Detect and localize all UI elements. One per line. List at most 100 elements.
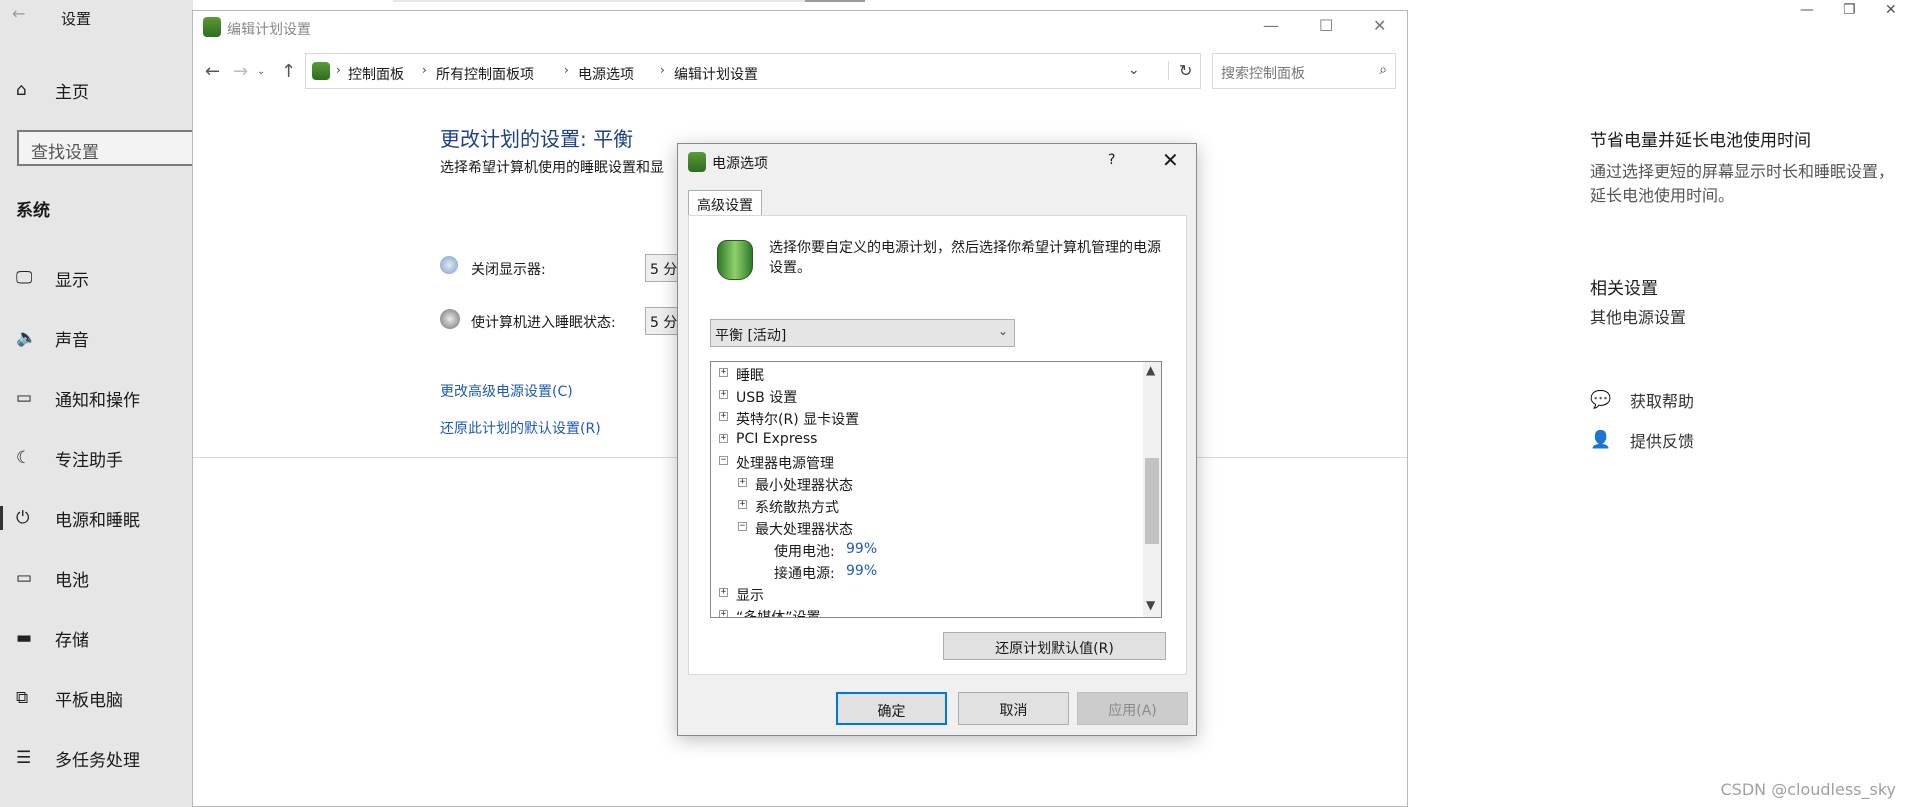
chevron-down-icon[interactable]: ⌄ — [1128, 62, 1140, 78]
expand-icon[interactable]: + — [719, 434, 728, 443]
settings-sidebar: ← 设置 ⌂ 主页 查找设置 系统 🖵 显示 🔈 声音 ▭ 通知和操作 ☾ 专注… — [0, 0, 199, 807]
tree-item-label: 处理器电源管理 — [736, 456, 834, 472]
page-description: 选择希望计算机使用的睡眠设置和显 — [440, 160, 664, 176]
watermark: CSDN @cloudless_sky — [1720, 780, 1897, 799]
sidebar-item-label: 电池 — [55, 570, 89, 591]
other-power-settings-link[interactable]: 其他电源设置 — [1590, 306, 1686, 330]
breadcrumb-power-options[interactable]: 电源选项 — [578, 64, 634, 84]
tree-item-label: 睡眠 — [736, 368, 764, 384]
back-arrow-icon[interactable]: ← — [12, 4, 25, 23]
breadcrumb-separator: › — [422, 63, 427, 77]
expand-icon[interactable]: + — [738, 478, 747, 487]
advanced-power-settings-link[interactable]: 更改高级电源设置(C) — [440, 381, 573, 401]
minimize-icon[interactable]: — — [1800, 2, 1814, 18]
close-icon[interactable]: ✕ — [1885, 2, 1897, 18]
minimize-icon[interactable]: — — [1263, 16, 1279, 35]
feedback-link[interactable]: 提供反馈 — [1630, 430, 1694, 454]
sleep-label: 使计算机进入睡眠状态: — [471, 315, 616, 331]
power-icon: ⏻ — [16, 508, 30, 528]
sidebar-item-sound[interactable]: 🔈 声音 — [0, 318, 193, 358]
close-icon[interactable]: ✕ — [1162, 148, 1179, 172]
related-settings-title: 相关设置 — [1590, 279, 1658, 299]
get-help-link[interactable]: 获取帮助 — [1630, 390, 1694, 414]
restore-icon[interactable]: ❐ — [1843, 2, 1856, 18]
maximize-icon[interactable]: ☐ — [1319, 16, 1333, 35]
scroll-down-icon[interactable]: ▼ — [1146, 598, 1155, 612]
close-icon[interactable]: ✕ — [1373, 16, 1386, 35]
control-panel-icon — [312, 62, 330, 80]
expand-icon[interactable]: + — [719, 588, 728, 597]
expand-icon[interactable]: + — [738, 500, 747, 509]
sidebar-item-storage[interactable]: ▬ 存储 — [0, 618, 193, 658]
recent-dropdown-icon[interactable]: ⌄ — [257, 66, 265, 77]
on-battery-value[interactable]: 99% — [846, 541, 877, 557]
sidebar-item-label: 显示 — [55, 270, 89, 291]
sidebar-item-label: 专注助手 — [55, 450, 123, 471]
sidebar-item-power-sleep[interactable]: ⏻ 电源和睡眠 — [0, 498, 193, 538]
sidebar-item-display[interactable]: 🖵 显示 — [0, 258, 193, 298]
tree-item-label: 接通电源: — [774, 566, 835, 582]
advanced-settings-panel: 选择你要自定义的电源计划，然后选择你希望计算机管理的电源设置。 平衡 [活动] … — [688, 215, 1187, 675]
help-button[interactable]: ? — [1108, 152, 1115, 168]
expand-icon[interactable]: + — [719, 610, 728, 617]
tree-item-label: PCI Express — [736, 431, 818, 447]
scroll-thumb[interactable] — [1145, 458, 1159, 544]
power-plan-select[interactable]: 平衡 [活动] ⌄ — [710, 319, 1015, 347]
page-title: 更改计划的设置: 平衡 — [440, 127, 634, 151]
breadcrumb-edit-plan[interactable]: 编辑计划设置 — [674, 64, 758, 84]
sidebar-item-label: 平板电脑 — [55, 690, 123, 711]
scroll-up-icon[interactable]: ▲ — [1146, 363, 1155, 377]
plugged-in-value[interactable]: 99% — [846, 563, 877, 579]
expand-icon[interactable]: + — [719, 412, 728, 421]
breadcrumb-all-items[interactable]: 所有控制面板项 — [436, 64, 534, 84]
collapse-icon[interactable]: − — [738, 522, 747, 531]
power-plan-icon — [688, 152, 706, 172]
refresh-icon[interactable]: ↻ — [1168, 61, 1192, 80]
expand-icon[interactable]: + — [719, 390, 728, 399]
ok-button[interactable]: 确定 — [836, 692, 947, 725]
restore-defaults-link[interactable]: 还原此计划的默认设置(R) — [440, 418, 601, 438]
sleep-select[interactable]: 5 分钟 — [645, 307, 681, 335]
expand-icon[interactable]: + — [719, 368, 728, 377]
tip-text: 通过选择更短的屏幕显示时长和睡眠设置，延长电池使用时间。 — [1590, 162, 1895, 205]
breadcrumb-control-panel[interactable]: 控制面板 — [348, 64, 404, 84]
collapse-icon[interactable]: − — [719, 456, 728, 465]
chevron-down-icon: ⌄ — [997, 324, 1008, 338]
restore-plan-defaults-button[interactable]: 还原计划默认值(R) — [943, 632, 1166, 660]
sidebar-item-label: 多任务处理 — [55, 750, 140, 771]
apply-button[interactable]: 应用(A) — [1077, 692, 1188, 725]
cp-title-bar: 编辑计划设置 — ☐ ✕ — [193, 11, 1407, 45]
display-icon: 🖵 — [16, 268, 33, 288]
back-arrow-icon[interactable]: ← — [205, 61, 220, 82]
tree-item-label: USB 设置 — [736, 390, 798, 406]
tree-item-label: 系统散热方式 — [755, 500, 839, 516]
up-arrow-icon[interactable]: ↑ — [281, 61, 296, 82]
cp-window-title: 编辑计划设置 — [227, 22, 311, 38]
sidebar-item-notifications[interactable]: ▭ 通知和操作 — [0, 378, 193, 418]
section-title: 系统 — [16, 201, 50, 221]
settings-tree: + 睡眠 + USB 设置 + 英特尔(R) 显卡设置 + PCI Expres… — [710, 361, 1162, 618]
home-icon: ⌂ — [16, 80, 27, 100]
moon-icon: ☾ — [16, 448, 32, 468]
tip-title: 节省电量并延长电池使用时间 — [1590, 131, 1811, 151]
breadcrumb-separator: › — [336, 63, 341, 77]
forward-arrow-icon[interactable]: → — [233, 61, 248, 82]
tab-advanced-settings[interactable]: 高级设置 — [688, 190, 762, 216]
address-bar[interactable]: › 控制面板 › 所有控制面板项 › 电源选项 › 编辑计划设置 ⌄ ↻ — [305, 53, 1201, 89]
display-off-select[interactable]: 5 分钟 — [645, 254, 681, 282]
tree-item-label: 最大处理器状态 — [755, 522, 853, 538]
sidebar-item-tablet[interactable]: ⧉ 平板电脑 — [0, 678, 193, 718]
tree-item-label: 显示 — [736, 588, 764, 604]
sidebar-item-label: 声音 — [55, 330, 89, 351]
sidebar-item-multitasking[interactable]: ☰ 多任务处理 — [0, 738, 193, 778]
cancel-button[interactable]: 取消 — [958, 692, 1069, 725]
sidebar-item-home[interactable]: ⌂ 主页 — [0, 70, 193, 110]
feedback-icon: 👤 — [1590, 430, 1612, 450]
sidebar-item-battery[interactable]: ▭ 电池 — [0, 558, 193, 598]
cp-search-input[interactable]: 搜索控制面板 ⌕ — [1212, 53, 1396, 89]
sidebar-item-focus-assist[interactable]: ☾ 专注助手 — [0, 438, 193, 478]
tree-scrollbar[interactable]: ▲ ▼ — [1143, 362, 1161, 617]
sidebar-item-label: 电源和睡眠 — [55, 510, 140, 531]
cp-search-placeholder: 搜索控制面板 — [1221, 66, 1305, 82]
settings-search-input[interactable]: 查找设置 — [17, 130, 199, 166]
